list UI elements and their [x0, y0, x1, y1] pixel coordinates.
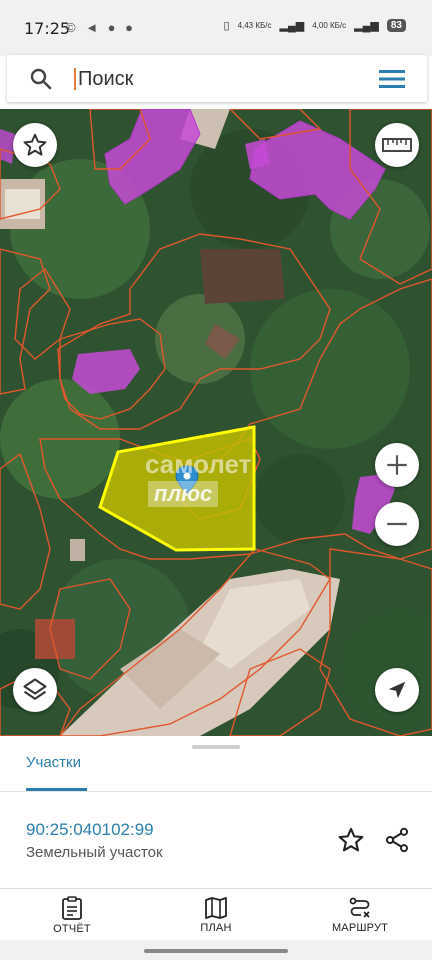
status-bar: 17:25 © ◄ ● ● ▯ 4,43 КБ/с ▂▄▆ 4,00 КБ/с … [0, 0, 432, 56]
tab-parcels[interactable]: Участки [26, 754, 81, 771]
system-nav-bar [0, 940, 432, 960]
star-icon [23, 133, 47, 156]
search-input[interactable] [74, 65, 364, 93]
net-speed-1: 4,43 КБ/с [237, 20, 272, 30]
star-icon[interactable] [337, 826, 365, 854]
status-time: 17:25 [24, 19, 71, 38]
ruler-icon [382, 138, 412, 152]
zoom-in-button[interactable] [375, 443, 419, 487]
layers-button[interactable] [13, 668, 57, 712]
minus-icon [387, 522, 407, 526]
share-icon[interactable] [383, 826, 411, 854]
map-view[interactable]: самолет плюс [0, 109, 432, 736]
search-bar [7, 55, 427, 102]
parcel-type: Земельный участок [26, 844, 163, 861]
nav-report-label: ОТЧЁТ [53, 922, 91, 935]
search-icon[interactable] [29, 67, 53, 91]
status-right: ▯ 4,43 КБ/с ▂▄▆ 4,00 КБ/с ▂▄▆ 83 [223, 19, 406, 32]
home-gesture-pill[interactable] [144, 949, 288, 953]
signal-icon: ▂▄▆ [279, 20, 305, 32]
notification-icons: © ◄ ● ● [66, 20, 136, 35]
nav-plan-label: ПЛАН [200, 921, 232, 934]
sheet-divider [0, 791, 432, 792]
zoom-out-button[interactable] [375, 502, 419, 546]
navigation-arrow-icon [388, 681, 406, 699]
nav-plan[interactable]: ПЛАН [180, 889, 252, 941]
bottom-nav: ОТЧЁТ ПЛАН МАРШРУТ [0, 888, 432, 940]
bottom-sheet: Участки 90:25:040102:99 Земельный участо… [0, 736, 432, 888]
cadastral-number[interactable]: 90:25:040102:99 [26, 820, 154, 840]
net-speed-2: 4,00 КБ/с [312, 20, 347, 30]
nav-route[interactable]: МАРШРУТ [320, 889, 400, 941]
report-icon [62, 895, 82, 920]
plus-icon [387, 455, 407, 475]
favorites-button[interactable] [13, 123, 57, 167]
watermark-brand: самолет [145, 449, 252, 479]
satellite-map [0, 109, 432, 736]
watermark-brand-plus: плюс [148, 481, 219, 507]
signal-icon-2: ▂▄▆ [354, 20, 379, 32]
nav-route-label: МАРШРУТ [331, 921, 389, 934]
layers-icon [23, 678, 47, 700]
nav-report[interactable]: ОТЧЁТ [36, 889, 108, 941]
route-icon [349, 897, 370, 918]
my-location-button[interactable] [375, 668, 419, 712]
map-icon [205, 896, 227, 919]
battery-icon: 83 [386, 19, 406, 32]
sheet-drag-handle[interactable] [192, 745, 240, 749]
vibrate-icon: ▯ [223, 20, 230, 32]
menu-icon[interactable] [379, 69, 405, 89]
ruler-button[interactable] [375, 123, 419, 167]
